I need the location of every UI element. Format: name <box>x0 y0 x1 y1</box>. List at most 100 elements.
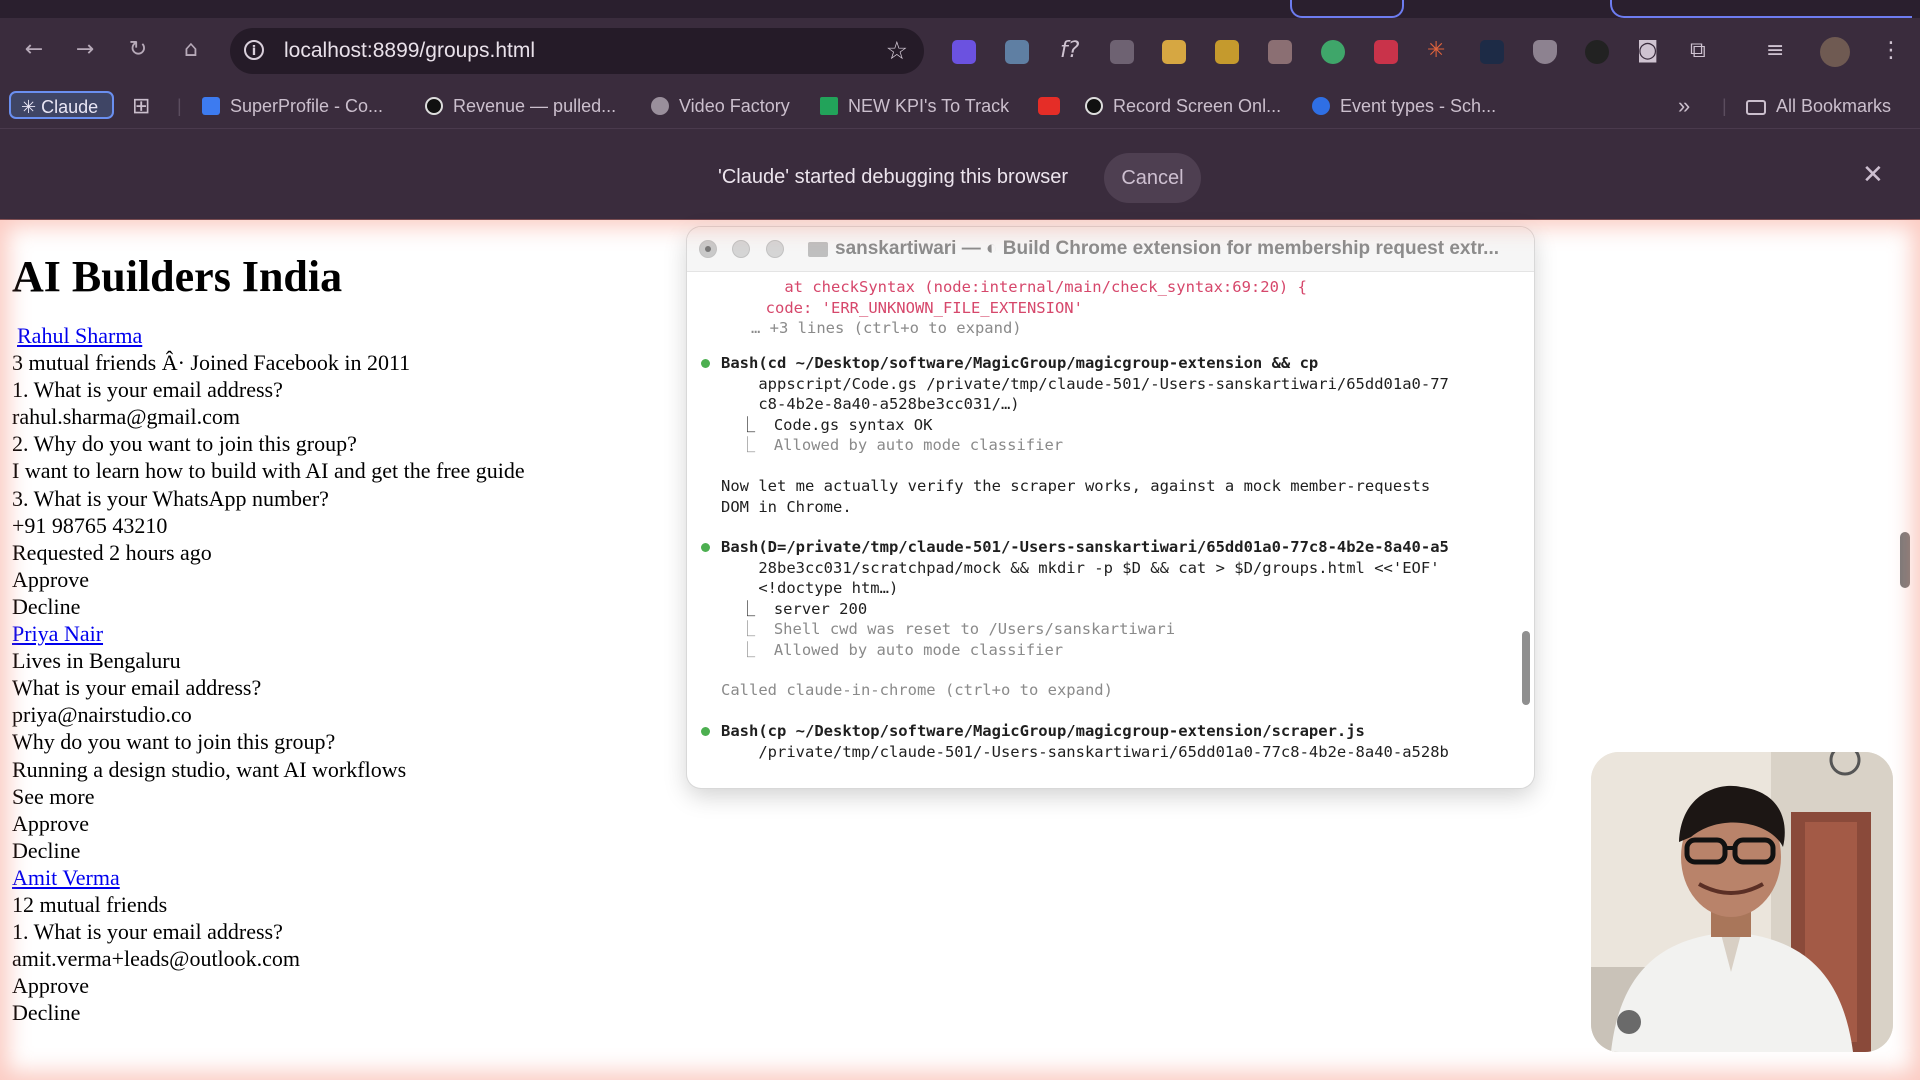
home-icon[interactable]: ⌂ <box>173 32 209 68</box>
back-icon[interactable]: ← <box>16 32 52 68</box>
bookmark-youtube[interactable] <box>1038 84 1070 128</box>
tab-group-indicator[interactable] <box>1610 0 1912 18</box>
member-info: 3 mutual friends Â· Joined Facebook in 2… <box>12 350 411 376</box>
extension-search-icon[interactable] <box>1585 40 1609 64</box>
question-text: What is your email address? <box>12 675 262 701</box>
page-scrollbar[interactable] <box>1900 532 1910 588</box>
member-name-link[interactable]: Rahul Sharma <box>17 322 652 349</box>
approve-button[interactable]: Approve <box>12 810 652 837</box>
answer-text: amit.verma+leads@outlook.com <box>12 946 301 972</box>
decline-button[interactable]: Decline <box>12 837 652 864</box>
webcam-overlay <box>1591 752 1893 1052</box>
extension-image-icon[interactable] <box>1005 40 1029 64</box>
apps-grid-icon[interactable]: ⊞ <box>132 84 150 128</box>
terminal-scrollbar[interactable] <box>1522 631 1530 705</box>
answer-text: Running a design studio, want AI workflo… <box>12 756 407 782</box>
terminal-line: ⎿ Shell cwd was reset to /Users/sanskart… <box>721 620 1176 638</box>
presenter-photo <box>1591 752 1893 1052</box>
member-request-priya: Priya Nair Lives in Bengaluru What is yo… <box>12 620 652 864</box>
profile-avatar[interactable] <box>1820 37 1850 67</box>
decline-button[interactable]: Decline <box>12 593 652 620</box>
extension-m-icon[interactable] <box>1215 40 1239 64</box>
terminal-titlebar[interactable]: sanskartiwari — ◐ Build Chrome extension… <box>687 227 1534 272</box>
terminal-line: Now let me actually verify the scraper w… <box>721 477 1431 495</box>
bookmark-kpis[interactable]: NEW KPI's To Track <box>820 84 1009 128</box>
close-icon[interactable]: ✕ <box>1862 155 1884 195</box>
calendly-icon <box>1312 97 1330 115</box>
bookmark-label: Claude <box>41 97 99 117</box>
decline-button[interactable]: Decline <box>12 999 652 1026</box>
extension-eye-icon[interactable] <box>1321 40 1345 64</box>
all-bookmarks-label: All Bookmarks <box>1776 96 1892 116</box>
bookmark-event-types[interactable]: Event types - Sch... <box>1312 84 1496 128</box>
status-bullet-icon <box>701 543 710 552</box>
terminal-line: DOM in Chrome. <box>721 497 852 516</box>
bookmark-divider: | <box>1722 96 1727 116</box>
terminal-command: Bash(cp ~/Desktop/software/MagicGroup/ma… <box>721 722 1365 740</box>
minimize-window-button[interactable] <box>732 240 750 258</box>
extensions-puzzle-icon[interactable]: ⧉ <box>1690 36 1706 66</box>
all-bookmarks-button[interactable]: All Bookmarks <box>1746 84 1891 128</box>
bookmark-claude[interactable]: ✳ Claude <box>9 91 115 119</box>
terminal-line: <!doctype htm…) <box>721 579 899 597</box>
address-bar[interactable]: i localhost:8899/groups.html ☆ <box>230 28 924 74</box>
terminal-line: c8-4b2e-8a40-a528be3cc031/…) <box>721 395 1020 413</box>
reload-icon[interactable]: ↻ <box>120 32 156 68</box>
terminal-window[interactable]: sanskartiwari — ◐ Build Chrome extension… <box>687 227 1534 788</box>
cancel-debugging-button[interactable]: Cancel <box>1104 153 1201 203</box>
extension-printer-icon[interactable] <box>1268 40 1292 64</box>
forward-icon[interactable]: → <box>67 32 103 68</box>
terminal-line: at checkSyntax (node:internal/main/check… <box>747 278 1307 296</box>
terminal-line: appscript/Code.gs /private/tmp/claude-50… <box>721 374 1449 393</box>
superprofile-icon <box>202 97 220 115</box>
request-time: Requested 2 hours ago <box>12 539 212 565</box>
extension-d-icon[interactable] <box>952 40 976 64</box>
answer-text: rahul.sharma@gmail.com <box>12 404 240 430</box>
url-text[interactable]: localhost:8899/groups.html <box>284 28 535 74</box>
zoom-window-button[interactable] <box>766 240 784 258</box>
bookmark-label: Record Screen Onl... <box>1113 96 1282 116</box>
member-info: 12 mutual friends <box>12 891 168 917</box>
bookmark-video-factory[interactable]: Video Factory <box>651 84 790 128</box>
see-more-button[interactable]: See more <box>12 783 652 810</box>
terminal-line: 28be3cc031/scratchpad/mock && mkdir -p $… <box>721 558 1440 577</box>
close-window-button[interactable] <box>699 240 717 258</box>
extension-robot-icon[interactable]: ◙ <box>1637 36 1658 66</box>
approve-button[interactable]: Approve <box>12 566 652 593</box>
answer-text: +91 98765 43210 <box>12 512 168 538</box>
bookmark-star-icon[interactable]: ☆ <box>886 28 908 74</box>
extension-function-icon[interactable]: f? <box>1060 36 1079 66</box>
extension-play-icon[interactable] <box>1480 40 1504 64</box>
extension-chart-icon[interactable] <box>1162 40 1186 64</box>
triangle-icon <box>425 97 443 115</box>
menu-kebab-icon[interactable]: ⋮ <box>1880 36 1902 66</box>
bookmark-label: SuperProfile - Co... <box>230 96 384 116</box>
bookmark-revenue[interactable]: Revenue — pulled... <box>425 84 616 128</box>
terminal-command: Bash(cd ~/Desktop/software/MagicGroup/ma… <box>721 354 1319 372</box>
page-title: AI Builders India <box>12 252 343 301</box>
extension-video-icon[interactable] <box>1110 40 1134 64</box>
bookmark-label: Revenue — pulled... <box>453 96 617 116</box>
browser-toolbar: ← → ↻ ⌂ i localhost:8899/groups.html ☆ f… <box>0 18 1920 84</box>
bookmarks-overflow-icon[interactable]: » <box>1678 84 1690 128</box>
bookmark-record-screen[interactable]: Record Screen Onl... <box>1085 84 1281 128</box>
site-info-icon[interactable]: i <box>244 40 264 60</box>
tab-active-indicator[interactable] <box>1290 0 1404 18</box>
member-name-link[interactable]: Priya Nair <box>12 620 652 647</box>
extension-tp-icon[interactable] <box>1374 40 1398 64</box>
youtube-icon <box>1038 97 1060 115</box>
member-name-link[interactable]: Amit Verma <box>12 864 652 891</box>
question-text: 3. What is your WhatsApp number? <box>12 485 329 511</box>
approve-button[interactable]: Approve <box>12 972 652 999</box>
terminal-title: sanskartiwari — ◐ Build Chrome extension… <box>835 238 1499 259</box>
member-request-rahul: Rahul Sharma 3 mutual friends Â· Joined … <box>12 322 652 620</box>
bookmarks-bar: ✳ Claude ⊞ | SuperProfile - Co... Revenu… <box>0 84 1920 128</box>
debugging-message: 'Claude' started debugging this browser <box>718 166 1069 188</box>
bookmark-superprofile[interactable]: SuperProfile - Co... <box>202 84 383 128</box>
bookmark-label: NEW KPI's To Track <box>848 96 1010 116</box>
answer-text: I want to learn how to build with AI and… <box>12 458 525 484</box>
extension-shield-icon[interactable] <box>1533 40 1557 64</box>
reading-list-icon[interactable]: ≡ <box>1766 36 1784 66</box>
extension-claude-icon[interactable]: ✳ <box>1427 36 1445 66</box>
folder-icon <box>1746 100 1766 115</box>
